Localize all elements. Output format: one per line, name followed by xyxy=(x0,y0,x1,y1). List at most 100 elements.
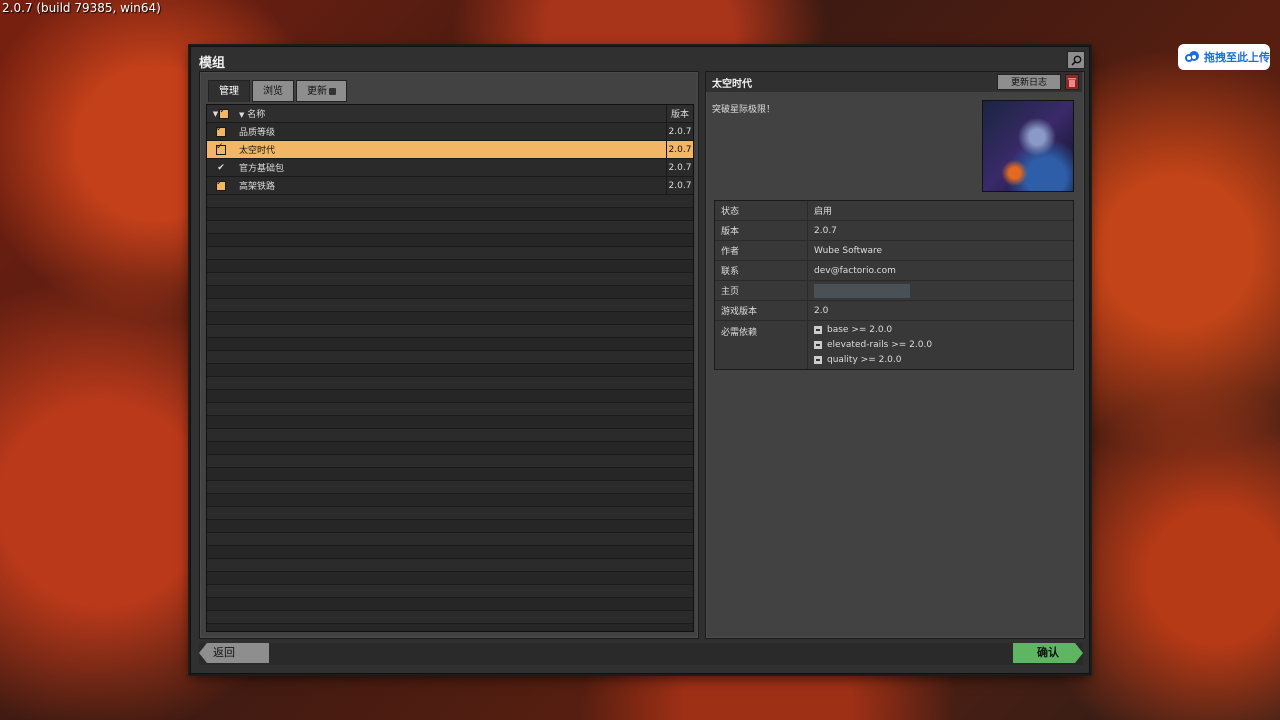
property-value: Wube Software xyxy=(814,245,883,256)
details-header: 太空时代 更新日志 xyxy=(706,72,1082,92)
enabled-checkbox[interactable] xyxy=(216,124,226,137)
cloud-icon xyxy=(1185,51,1199,62)
property-value: 2.0.7 xyxy=(814,225,837,236)
dependency-icon xyxy=(814,356,822,364)
dependency-icon xyxy=(814,326,822,334)
contact-link[interactable]: dev@factorio.com xyxy=(808,261,1073,280)
enabled-checkbox[interactable] xyxy=(216,142,226,155)
dependency-item[interactable]: base >= 2.0.0 xyxy=(814,325,892,335)
property-value: 启用 xyxy=(814,207,833,217)
mod-name: 品质等级 xyxy=(239,128,276,138)
name-column-header[interactable]: ▼ 名称 xyxy=(235,107,666,120)
checkbox-icon xyxy=(219,106,230,119)
property-key: 游戏版本 xyxy=(715,301,808,320)
confirm-button[interactable]: 确认 xyxy=(1013,643,1083,663)
empty-row xyxy=(207,312,693,325)
back-button[interactable]: 返回 xyxy=(199,643,269,663)
tab-update-label: 更新 xyxy=(307,86,327,97)
empty-row xyxy=(207,325,693,338)
property-row: 状态 启用 xyxy=(715,201,1073,221)
empty-row xyxy=(207,455,693,468)
empty-list-area xyxy=(207,195,693,631)
empty-row xyxy=(207,299,693,312)
homepage-link[interactable] xyxy=(808,281,1073,300)
dependency-list: base >= 2.0.0 elevated-rails >= 2.0.0 qu… xyxy=(808,321,1073,369)
list-row[interactable]: 品质等级 2.0.7 xyxy=(207,123,693,141)
tab-manage-label: 管理 xyxy=(219,86,239,97)
empty-row xyxy=(207,468,693,481)
update-badge-icon xyxy=(329,87,336,95)
mod-version: 2.0.7 xyxy=(666,159,693,176)
tab-browse[interactable]: 浏览 xyxy=(252,80,294,102)
dependency-label: base >= 2.0.0 xyxy=(827,325,893,335)
dependency-label: elevated-rails >= 2.0.0 xyxy=(827,340,933,350)
empty-row xyxy=(207,507,693,520)
tab-manage[interactable]: 管理 xyxy=(208,80,250,102)
mod-details-panel: 太空时代 更新日志 突破星际极限！ 状态 启用 版本 2.0.7 作者 Wube… xyxy=(705,71,1085,639)
build-info: 2.0.7 (build 79385, win64) xyxy=(2,1,161,15)
empty-row xyxy=(207,429,693,442)
empty-row xyxy=(207,624,693,631)
mod-version: 2.0.7 xyxy=(666,123,693,140)
property-key: 状态 xyxy=(715,201,808,220)
list-header: ▼ ▼ 名称 版本 xyxy=(207,105,693,123)
dependency-item[interactable]: elevated-rails >= 2.0.0 xyxy=(814,340,932,350)
delete-button[interactable] xyxy=(1065,74,1079,90)
window-title: 模组 xyxy=(199,56,226,71)
empty-row xyxy=(207,234,693,247)
mod-list-panel: 管理 浏览 更新 ▼ ▼ 名称 版本 品质等级 2.0.7 xyxy=(199,71,699,639)
empty-row xyxy=(207,364,693,377)
mod-description: 突破星际极限！ xyxy=(712,105,776,115)
empty-row xyxy=(207,338,693,351)
mod-name: 太空时代 xyxy=(239,146,276,156)
empty-row xyxy=(207,403,693,416)
property-key: 必需依赖 xyxy=(715,321,808,369)
mod-version: 2.0.7 xyxy=(666,177,693,194)
mod-name: 高架铁路 xyxy=(239,182,276,192)
tab-bar: 管理 浏览 更新 xyxy=(208,80,347,102)
empty-row xyxy=(207,195,693,208)
empty-row xyxy=(207,520,693,533)
empty-row xyxy=(207,286,693,299)
mod-list: ▼ ▼ 名称 版本 品质等级 2.0.7 太空时代 2.0.7 ✔ xyxy=(206,104,694,632)
empty-row xyxy=(207,572,693,585)
empty-row xyxy=(207,559,693,572)
empty-row xyxy=(207,585,693,598)
empty-row xyxy=(207,260,693,273)
list-row[interactable]: ✔ 官方基础包 2.0.7 xyxy=(207,159,693,177)
empty-row xyxy=(207,377,693,390)
list-row[interactable]: 高架铁路 2.0.7 xyxy=(207,177,693,195)
dependency-item[interactable]: quality >= 2.0.0 xyxy=(814,355,902,365)
empty-row xyxy=(207,533,693,546)
search-button[interactable] xyxy=(1067,51,1085,69)
mod-thumbnail xyxy=(982,100,1074,192)
search-icon xyxy=(1070,55,1081,66)
changelog-button[interactable]: 更新日志 xyxy=(997,74,1061,90)
empty-row xyxy=(207,273,693,286)
empty-row xyxy=(207,598,693,611)
upload-chip-label: 拖拽至此上传 xyxy=(1204,51,1270,64)
property-row: 联系 dev@factorio.com xyxy=(715,261,1073,281)
empty-row xyxy=(207,611,693,624)
sort-arrow-icon: ▼ xyxy=(239,111,245,119)
version-column-header[interactable]: 版本 xyxy=(666,105,693,122)
empty-row xyxy=(207,416,693,429)
upload-chip[interactable]: 拖拽至此上传 xyxy=(1178,44,1270,70)
name-header-label: 名称 xyxy=(247,110,266,120)
locked-check-icon: ✔ xyxy=(217,162,225,173)
dependency-icon xyxy=(814,341,822,349)
property-key: 联系 xyxy=(715,261,808,280)
empty-row xyxy=(207,208,693,221)
list-row-selected[interactable]: 太空时代 2.0.7 xyxy=(207,141,693,159)
property-row: 版本 2.0.7 xyxy=(715,221,1073,241)
empty-row xyxy=(207,481,693,494)
select-all-checkbox[interactable]: ▼ xyxy=(207,106,235,119)
dependency-label: quality >= 2.0.0 xyxy=(827,355,902,365)
empty-row xyxy=(207,351,693,364)
property-row: 主页 xyxy=(715,281,1073,301)
property-key: 作者 xyxy=(715,241,808,260)
empty-row xyxy=(207,494,693,507)
enabled-checkbox[interactable] xyxy=(216,178,226,191)
tab-update[interactable]: 更新 xyxy=(296,80,347,102)
property-row: 游戏版本 2.0 xyxy=(715,301,1073,321)
